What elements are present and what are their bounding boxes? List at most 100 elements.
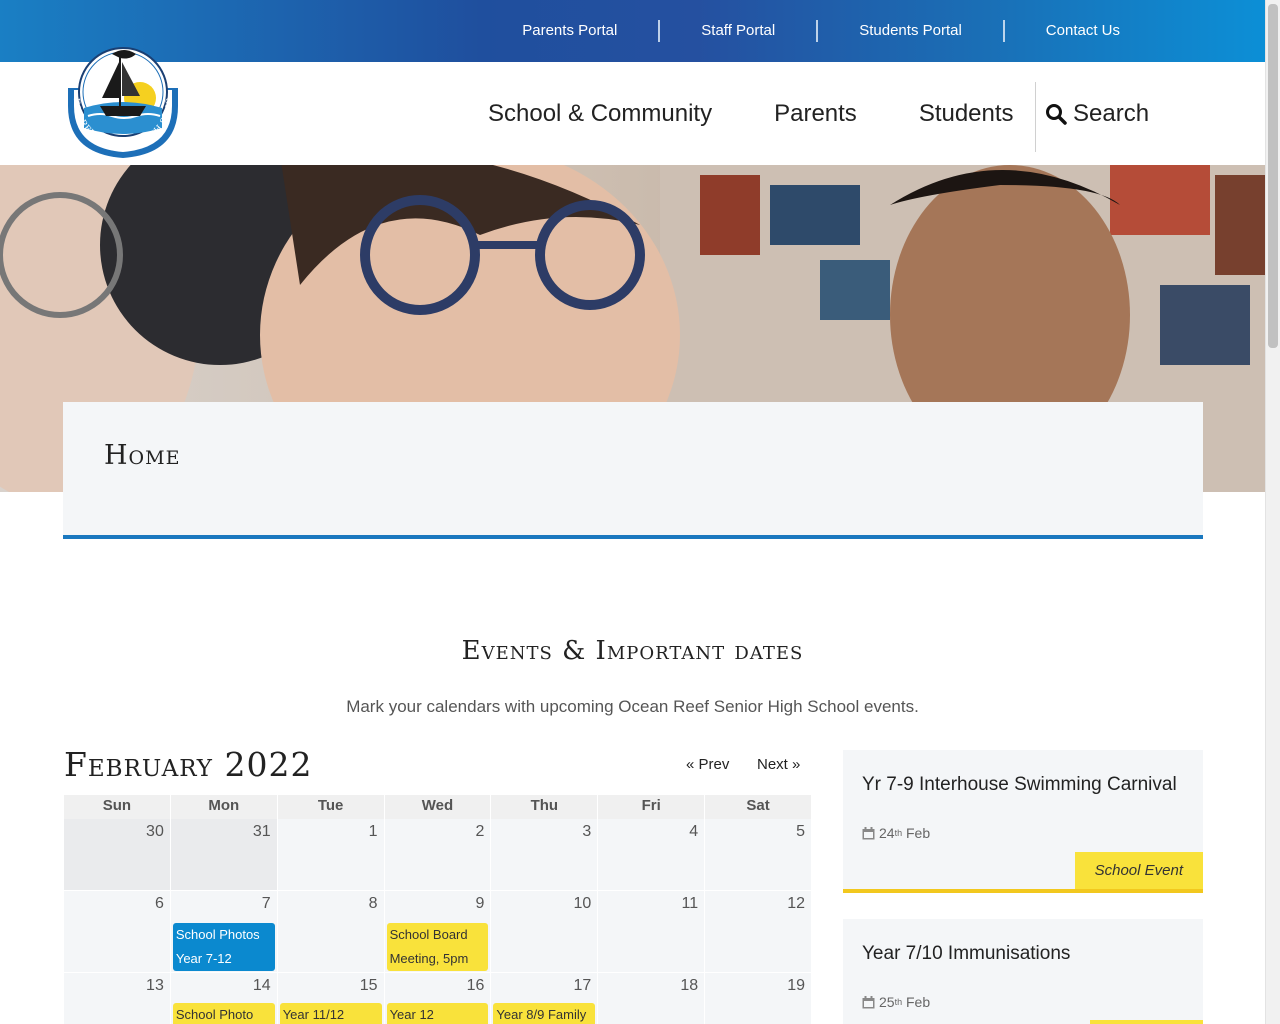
- calendar-day-number: 14: [252, 977, 271, 994]
- event-card-day: 24: [879, 825, 895, 841]
- calendar-day-cell[interactable]: 10: [491, 891, 599, 973]
- calendar-day-number: 9: [475, 895, 485, 912]
- nav-school-community[interactable]: School & Community: [488, 100, 712, 128]
- staff-portal-link[interactable]: Staff Portal: [660, 0, 816, 62]
- event-card-month: Feb: [905, 825, 931, 841]
- page-title-panel: Home: [63, 402, 1203, 539]
- calendar-event[interactable]: School Board Meeting, 5pm: [386, 923, 489, 971]
- calendar-day-number: 12: [787, 895, 805, 912]
- calendar-day-cell[interactable]: 15 Year 11/12 White: [277, 973, 385, 1024]
- calendar-day-number: 4: [689, 823, 699, 840]
- calendar-event[interactable]: Year 11/12 White: [279, 1003, 382, 1024]
- utility-bar: Parents Portal Staff Portal Students Por…: [0, 0, 1265, 62]
- calendar-week-row: 30 31 1 2 3 4 5: [64, 819, 812, 891]
- page-title: Home: [104, 440, 181, 471]
- parents-portal-link[interactable]: Parents Portal: [481, 0, 658, 62]
- calendar-week-row: 13 14 School Photo 15 Year 11/12 White 16 Year…: [64, 973, 812, 1024]
- calendar-event[interactable]: School Photo: [172, 1003, 275, 1024]
- calendar-day-number: 3: [582, 823, 592, 840]
- weekday-label: Mon: [170, 795, 278, 819]
- calendar-day-cell[interactable]: 2: [384, 819, 492, 891]
- calendar-day-number: 1: [368, 823, 378, 840]
- divider: [1002, 20, 1005, 42]
- divider: [658, 20, 661, 42]
- calendar-day-cell[interactable]: 9 School Board Meeting, 5pm: [384, 891, 492, 973]
- page-scrollbar[interactable]: [1265, 0, 1280, 1024]
- calendar-day-cell[interactable]: 17 Year 8/9 Family: [491, 973, 599, 1024]
- scrollbar-thumb[interactable]: [1268, 4, 1278, 348]
- nav-students[interactable]: Students: [919, 100, 1014, 128]
- event-card[interactable]: Year 7/10 Immunisations 25th Feb: [843, 919, 1203, 1024]
- calendar-prev-link[interactable]: « Prev: [686, 756, 729, 773]
- calendar-day-number: 7: [261, 895, 271, 912]
- calendar-icon: [862, 826, 875, 839]
- students-portal-link[interactable]: Students Portal: [818, 0, 1003, 62]
- calendar-day-cell[interactable]: 11: [598, 891, 706, 973]
- calendar-month-title: February 2022: [64, 745, 313, 784]
- calendar-day-cell[interactable]: 18: [598, 973, 706, 1024]
- calendar-day-cell[interactable]: 16 Year 12: [384, 973, 492, 1024]
- calendar-day-cell[interactable]: 31: [170, 819, 278, 891]
- search-button[interactable]: Search: [1045, 100, 1149, 128]
- site-header: OCEAN REEF SENIOR HIGH SCHOOL School & C…: [0, 29, 1265, 165]
- calendar-day-cell[interactable]: 1: [277, 819, 385, 891]
- calendar-body: 30 31 1 2 3 4 5 6 7 School Photos Year 7-12 8 9 Scho…: [64, 819, 812, 1024]
- school-logo[interactable]: OCEAN REEF SENIOR HIGH SCHOOL: [56, 29, 186, 162]
- event-card-date: 25th Feb: [862, 994, 930, 1010]
- event-category-tag[interactable]: School Event: [1074, 852, 1203, 890]
- calendar-day-number: 6: [154, 895, 164, 912]
- divider: [816, 20, 819, 42]
- calendar-grid: Sun Mon Tue Wed Thu Fri Sat 30 31 1 2 3 4 5 6 7 S…: [64, 795, 812, 1024]
- contact-us-link[interactable]: Contact Us: [1005, 0, 1161, 62]
- weekday-label: Sun: [64, 795, 171, 819]
- event-card-day-suffix: th: [894, 997, 903, 1007]
- calendar-day-cell[interactable]: 6: [64, 891, 171, 973]
- utility-links: Parents Portal Staff Portal Students Por…: [481, 0, 1161, 62]
- calendar-day-cell[interactable]: 5: [705, 819, 812, 891]
- calendar-weekday-header: Sun Mon Tue Wed Thu Fri Sat: [64, 795, 812, 819]
- search-icon: [1046, 104, 1067, 125]
- main-nav: School & Community Parents Students: [488, 62, 1076, 165]
- event-card-day: 25: [879, 994, 895, 1010]
- calendar-day-number: 13: [146, 977, 164, 994]
- event-category-tag: [1090, 1020, 1203, 1024]
- calendar-event[interactable]: Year 12: [386, 1003, 489, 1024]
- calendar-day-number: 11: [681, 895, 699, 912]
- calendar-day-number: 31: [252, 823, 271, 840]
- calendar-day-number: 15: [359, 977, 378, 994]
- event-card-month: Feb: [905, 994, 931, 1010]
- calendar-week-row: 6 7 School Photos Year 7-12 8 9 School Board …: [64, 891, 812, 973]
- calendar-day-number: 10: [573, 895, 592, 912]
- event-card[interactable]: Yr 7-9 Interhouse Swimming Carnival 24th…: [843, 750, 1203, 893]
- event-card-title[interactable]: Yr 7-9 Interhouse Swimming Carnival: [862, 774, 1177, 796]
- calendar-day-number: 18: [680, 977, 699, 994]
- calendar-day-cell[interactable]: 8: [277, 891, 385, 973]
- events-heading: Events & Important dates: [461, 636, 804, 666]
- calendar-next-link[interactable]: Next »: [757, 756, 800, 773]
- calendar-day-number: 16: [466, 977, 485, 994]
- event-card-underline: [843, 889, 1203, 893]
- event-card-title[interactable]: Year 7/10 Immunisations: [862, 943, 1070, 965]
- calendar-day-cell[interactable]: 7 School Photos Year 7-12: [170, 891, 278, 973]
- calendar-icon: [862, 995, 875, 1008]
- calendar-day-number: 19: [787, 977, 805, 994]
- calendar-day-cell[interactable]: 13: [64, 973, 171, 1024]
- calendar-day-cell[interactable]: 3: [491, 819, 599, 891]
- weekday-label: Wed: [384, 795, 492, 819]
- calendar-day-number: 30: [146, 823, 164, 840]
- weekday-label: Fri: [598, 795, 706, 819]
- calendar-day-number: 2: [475, 823, 485, 840]
- nav-divider: [1035, 82, 1036, 152]
- calendar-event[interactable]: Year 8/9 Family: [493, 1003, 596, 1024]
- event-card-date: 24th Feb: [862, 825, 930, 841]
- weekday-label: Tue: [277, 795, 385, 819]
- calendar-day-cell[interactable]: 14 School Photo: [170, 973, 278, 1024]
- nav-parents[interactable]: Parents: [774, 100, 857, 128]
- calendar-day-cell[interactable]: 19: [705, 973, 812, 1024]
- calendar-day-cell[interactable]: 4: [598, 819, 706, 891]
- calendar-day-number: 17: [573, 977, 592, 994]
- calendar-day-cell[interactable]: 30: [64, 819, 171, 891]
- calendar-day-cell[interactable]: 12: [705, 891, 812, 973]
- calendar-event[interactable]: School Photos Year 7-12: [172, 923, 275, 971]
- calendar-day-number: 5: [796, 823, 805, 840]
